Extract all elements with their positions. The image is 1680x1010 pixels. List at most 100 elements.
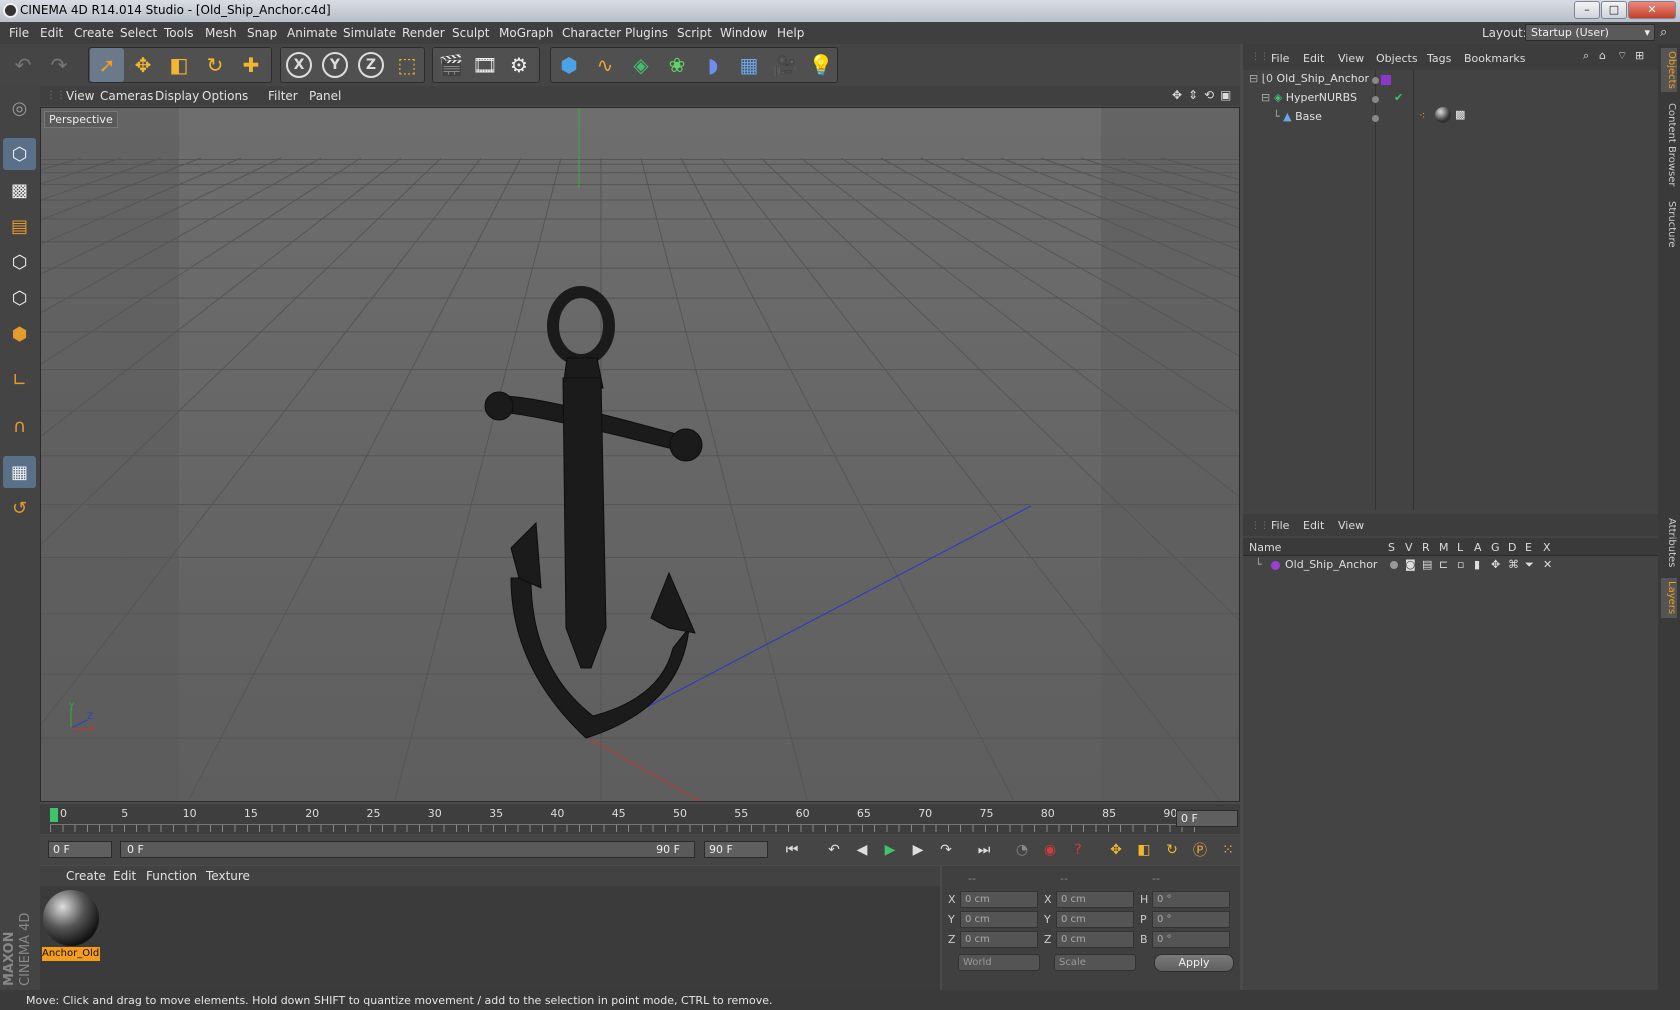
close-button[interactable]: ✕ — [1628, 1, 1676, 19]
key-parameter-icon[interactable]: Ⓟ — [1188, 839, 1212, 861]
material-menu-function[interactable]: Function — [146, 869, 197, 883]
new-window-icon[interactable]: ⊞ — [1635, 49, 1644, 62]
menu-snap[interactable]: Snap — [247, 26, 277, 40]
key-position-icon[interactable]: ✥ — [1104, 839, 1128, 861]
column-deformers[interactable]: D — [1508, 541, 1516, 554]
next-key-icon[interactable]: ↷ — [934, 839, 958, 861]
tab-content-browser[interactable]: Content Browser — [1661, 100, 1677, 190]
viewport-move-icon[interactable]: ✥ — [1172, 88, 1182, 102]
undo-icon[interactable]: ↶ — [6, 48, 40, 82]
expression-icon[interactable]: ⏷ — [1525, 558, 1534, 572]
viewport-zoom-icon[interactable]: ⇕ — [1188, 88, 1198, 102]
render-clapper-icon[interactable]: ▤ — [1422, 558, 1432, 571]
texture-mode-icon[interactable]: ▩ — [3, 174, 36, 206]
viewport-menu-panel[interactable]: Panel — [309, 89, 341, 103]
menu-mesh[interactable]: Mesh — [205, 26, 237, 40]
edges-mode-icon[interactable]: ⬡ — [3, 282, 36, 314]
viewport-label[interactable]: Perspective — [44, 111, 118, 128]
column-render[interactable]: R — [1422, 541, 1430, 554]
autokey-icon[interactable]: ◉ — [1038, 839, 1062, 861]
material-menu-texture[interactable]: Texture — [206, 869, 250, 883]
record-keys-icon[interactable]: ◔ — [1010, 839, 1034, 861]
deformer-icon[interactable]: ⌘ — [1508, 558, 1519, 571]
enabled-check-icon[interactable]: ✔ — [1394, 91, 1403, 104]
timeline-ruler[interactable]: 0 5 10 15 20 25 30 35 40 45 50 55 60 65 70 75 80 85 90 0 F — [40, 804, 1240, 834]
visibility-dot-editor[interactable] — [1372, 115, 1379, 122]
cube-icon[interactable]: ⬢ — [552, 48, 586, 82]
column-name[interactable]: Name — [1249, 541, 1281, 554]
scale-dropdown[interactable]: Scale — [1054, 954, 1136, 971]
points-mode-icon[interactable]: ⬡ — [3, 246, 36, 278]
menu-character[interactable]: Character — [562, 26, 621, 40]
edit-render-settings-icon[interactable]: ⚙ — [502, 48, 536, 82]
previous-frame-icon[interactable]: ◀ — [850, 839, 874, 861]
filter-icon[interactable]: ⌔ — [1617, 49, 1627, 63]
layout-dropdown[interactable]: Startup (User) ▾ — [1525, 24, 1655, 41]
camera-icon[interactable]: 🎥 — [768, 48, 802, 82]
column-animation[interactable]: A — [1474, 541, 1482, 554]
position-x-field[interactable]: 0 cm — [960, 891, 1038, 908]
light-icon[interactable]: 💡 — [804, 48, 838, 82]
workplane-lock-icon[interactable]: ▦ — [3, 456, 36, 488]
layers-menu-edit[interactable]: Edit — [1303, 519, 1324, 532]
tab-structure[interactable]: Structure — [1661, 198, 1677, 250]
uvw-tag-icon[interactable]: ▩ — [1455, 108, 1465, 121]
apply-button[interactable]: Apply — [1154, 954, 1234, 972]
menu-help[interactable]: Help — [777, 26, 804, 40]
manager-tree-icon[interactable]: ⊏ — [1439, 558, 1448, 571]
menu-mograph[interactable]: MoGraph — [499, 26, 554, 40]
menu-script[interactable]: Script — [677, 26, 712, 40]
spline-pen-icon[interactable]: ∿ — [588, 48, 622, 82]
size-y-field[interactable]: 0 cm — [1056, 911, 1134, 928]
layers-menu-file[interactable]: File — [1271, 519, 1289, 532]
menu-create[interactable]: Create — [74, 26, 114, 40]
column-locked[interactable]: L — [1457, 541, 1463, 554]
live-selection-icon[interactable]: ➚ — [90, 48, 124, 82]
column-generators[interactable]: G — [1491, 541, 1500, 554]
material-tag-icon[interactable] — [1435, 107, 1451, 123]
material-thumbnail[interactable]: Anchor_Old — [42, 890, 100, 962]
material-menu-create[interactable]: Create — [66, 869, 106, 883]
render-picture-viewer-icon[interactable]: 🎞 — [468, 48, 502, 82]
menu-plugins[interactable]: Plugins — [625, 26, 668, 40]
objects-menu-view[interactable]: View — [1338, 52, 1364, 65]
minimize-button[interactable]: – — [1574, 1, 1600, 19]
next-frame-icon[interactable]: ▶ — [906, 839, 930, 861]
column-solo[interactable]: S — [1388, 541, 1395, 554]
axis-mode-icon[interactable]: ∟ — [3, 364, 36, 396]
add-icon[interactable]: ✚ — [234, 48, 268, 82]
maximize-button[interactable]: □ — [1601, 1, 1627, 19]
position-y-field[interactable]: 0 cm — [960, 911, 1038, 928]
make-editable-icon[interactable]: ◎ — [3, 92, 36, 124]
move-icon[interactable]: ✥ — [126, 48, 160, 82]
viewport-menu-display[interactable]: Display — [155, 89, 199, 103]
visibility-dot-editor[interactable] — [1372, 96, 1379, 103]
viewport-menu-filter[interactable]: Filter — [268, 89, 298, 103]
objects-menu-bookmarks[interactable]: Bookmarks — [1464, 52, 1525, 65]
world-coord-icon[interactable]: ⬚ — [390, 48, 424, 82]
layer-row[interactable]: └ Old_Ship_Anchor ◙ ▤ ⊏ ▫ ▮ ✥ ⌘ ⏷ ✕ — [1243, 556, 1658, 574]
search-icon[interactable]: ⌕ — [1583, 49, 1589, 63]
scale-icon[interactable]: ◧ — [162, 48, 196, 82]
material-menu-edit[interactable]: Edit — [113, 869, 136, 883]
collapse-icon[interactable]: ⊟ — [1261, 91, 1270, 104]
viewport-maximize-icon[interactable]: ▣ — [1220, 88, 1231, 102]
tree-row-old-ship-anchor[interactable]: ⊟ ⌊0 Old_Ship_Anchor — [1249, 70, 1369, 88]
search-icon[interactable]: ⌕ — [1660, 25, 1667, 40]
floor-icon[interactable]: ▦ — [732, 48, 766, 82]
layer-color-swatch[interactable] — [1381, 75, 1391, 85]
y-axis-icon[interactable]: Y — [318, 48, 352, 82]
viewport-menu-view[interactable]: View — [66, 89, 94, 103]
menu-render[interactable]: Render — [402, 26, 445, 40]
home-icon[interactable]: ⌂ — [1599, 49, 1606, 62]
layer-color-icon[interactable] — [1271, 561, 1280, 570]
position-z-field[interactable]: 0 cm — [960, 931, 1038, 948]
start-frame-field[interactable]: 0 F — [48, 841, 112, 858]
model-mode-icon[interactable]: ⬡ — [3, 138, 36, 170]
z-axis-icon[interactable]: Z — [354, 48, 388, 82]
cloner-icon[interactable]: ❀ — [660, 48, 694, 82]
column-expressions[interactable]: E — [1525, 541, 1532, 554]
menu-tools[interactable]: Tools — [164, 26, 194, 40]
layer-name[interactable]: Old_Ship_Anchor — [1285, 558, 1377, 571]
viewport-menu-options[interactable]: Options — [202, 89, 248, 103]
